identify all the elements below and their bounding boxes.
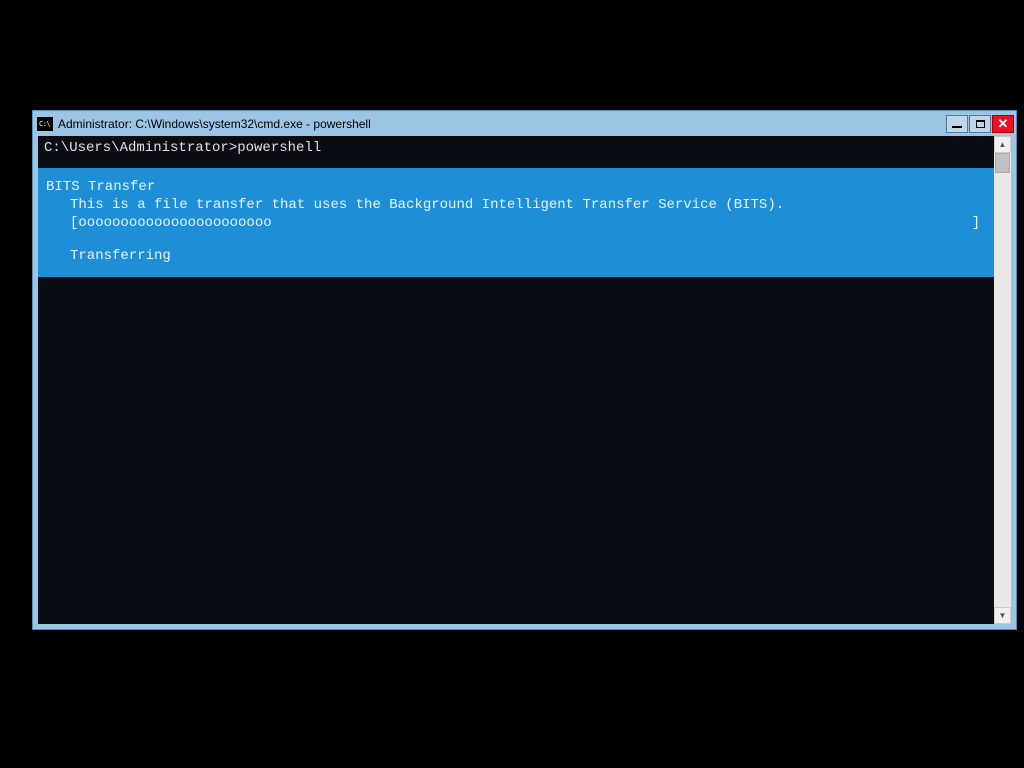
cmd-icon: C:\ — [37, 117, 53, 131]
scroll-track[interactable] — [994, 153, 1011, 607]
window-body: C:\Users\Administrator>powershell BITS T… — [38, 136, 1011, 624]
scroll-down-arrow-icon[interactable]: ▼ — [994, 607, 1011, 624]
command-prompt-line: C:\Users\Administrator>powershell — [38, 136, 994, 158]
close-button[interactable]: ✕ — [992, 115, 1014, 133]
vertical-scrollbar[interactable]: ▲ ▼ — [994, 136, 1011, 624]
close-icon: ✕ — [998, 117, 1009, 130]
maximize-icon — [976, 120, 985, 128]
progress-description: This is a file transfer that uses the Ba… — [44, 196, 988, 214]
progress-bar-close: ] — [972, 214, 988, 232]
minimize-icon — [952, 126, 962, 128]
window-controls: ✕ — [946, 115, 1014, 133]
progress-bar-open: [ — [70, 214, 78, 232]
progress-block: BITS Transfer This is a file transfer th… — [38, 168, 994, 277]
scroll-up-arrow-icon[interactable]: ▲ — [994, 136, 1011, 153]
cmd-icon-text: C:\ — [39, 120, 50, 128]
terminal-area[interactable]: C:\Users\Administrator>powershell BITS T… — [38, 136, 994, 624]
minimize-button[interactable] — [946, 115, 968, 133]
progress-status: Transferring — [44, 247, 988, 265]
titlebar[interactable]: C:\ Administrator: C:\Windows\system32\c… — [33, 111, 1016, 136]
cmd-window: C:\ Administrator: C:\Windows\system32\c… — [32, 110, 1017, 630]
progress-title: BITS Transfer — [44, 179, 155, 195]
window-title: Administrator: C:\Windows\system32\cmd.e… — [58, 117, 946, 131]
scroll-thumb[interactable] — [995, 153, 1010, 173]
progress-bar: [ ooooooooooooooooooooooo ] — [44, 214, 988, 232]
maximize-button[interactable] — [969, 115, 991, 133]
progress-bar-fill: ooooooooooooooooooooooo — [78, 214, 271, 232]
